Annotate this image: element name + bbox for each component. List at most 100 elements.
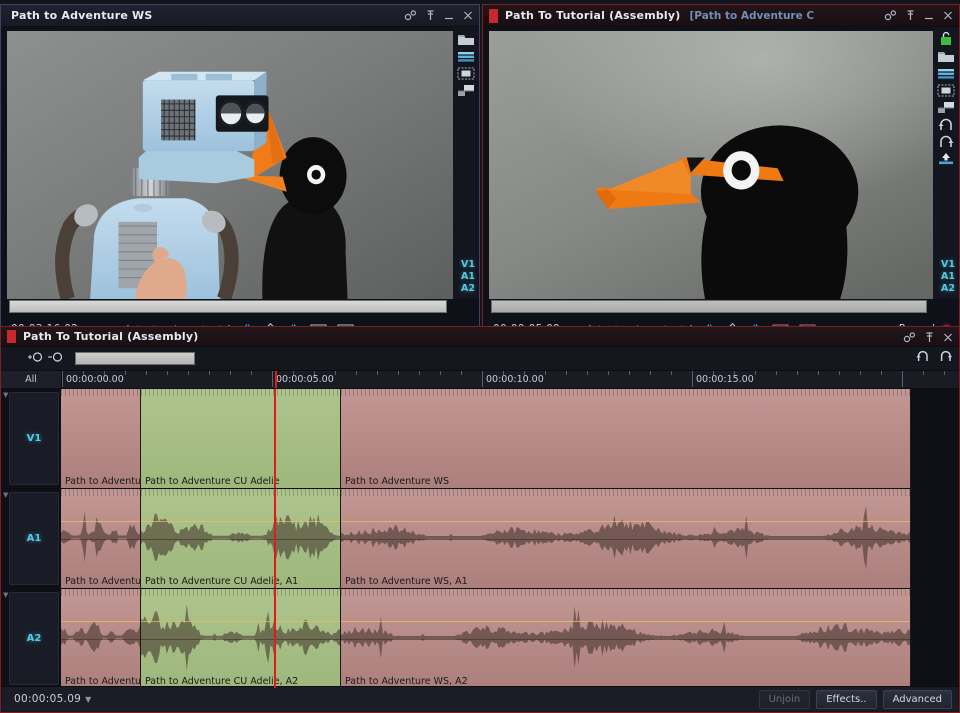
source-scrub-row <box>1 299 479 314</box>
audio-waveform <box>61 621 140 653</box>
timeline-track: ▼ A1 Path to AdventurePath to Adventure CU… <box>1 489 959 589</box>
track-label: V1 <box>26 433 42 444</box>
record-track-a1[interactable]: A1 <box>941 271 955 283</box>
zoom-out-icon[interactable] <box>47 351 64 366</box>
track-body-v1[interactable]: Path to Adventure Path to Adventure CU Ad… <box>61 389 959 488</box>
timeline-clip[interactable]: Path to Adventure <box>61 389 141 488</box>
timeline-clip[interactable]: Path to Adventure WS, A1 <box>341 489 911 588</box>
track-label: A2 <box>26 633 42 644</box>
layers-icon[interactable] <box>937 65 955 79</box>
timeline-timecode[interactable]: 00:00:05.09 <box>14 693 81 705</box>
sequence-flag-icon <box>489 8 498 23</box>
timeline-timecode-caret-icon[interactable]: ▼ <box>85 695 91 704</box>
source-video-stage[interactable] <box>7 31 453 299</box>
frame-icon[interactable] <box>937 82 955 97</box>
timeline-status-bar: 00:00:05.09 ▼ Unjoin Effects.. Advanced <box>2 686 958 711</box>
timeline-clip[interactable]: Path to Adventure CU Adelie <box>141 389 341 488</box>
waveform-zero-line <box>141 538 340 540</box>
source-track-a2[interactable]: A2 <box>461 283 475 295</box>
track-collapse-icon[interactable]: ▼ <box>3 391 8 399</box>
timeline-clip[interactable]: Path to Adventure WS, A2 <box>341 589 911 688</box>
source-track-v1[interactable]: V1 <box>461 259 475 271</box>
ruler-tick <box>839 371 840 375</box>
folder-icon[interactable] <box>457 31 475 45</box>
source-track-indicators: V1 A1 A2 <box>461 259 475 295</box>
lock-icon[interactable] <box>937 31 955 45</box>
ruler-tick <box>923 371 924 375</box>
track-head-a2[interactable]: ▼ A2 <box>1 589 61 688</box>
source-scrub-bar[interactable] <box>9 300 447 313</box>
track-head-box[interactable]: V1 <box>9 392 59 485</box>
minimize-icon[interactable] <box>924 10 934 21</box>
record-video-stage[interactable] <box>489 31 933 299</box>
minimize-icon[interactable] <box>444 10 454 21</box>
waveform-zero-line <box>341 638 910 640</box>
ruler-label: 00:00:00.00 <box>66 374 124 385</box>
record-track-v1[interactable]: V1 <box>941 259 955 271</box>
track-head-box[interactable]: A2 <box>9 592 59 685</box>
track-collapse-icon[interactable]: ▼ <box>3 491 8 499</box>
timeline-clip[interactable]: Path to Adventure CU Adelie, A2 <box>141 589 341 688</box>
zoom-in-icon[interactable] <box>27 351 44 366</box>
playhead[interactable] <box>274 589 276 688</box>
track-body-a2[interactable]: Path to AdventurePath to Adventure CU Ad… <box>61 589 959 688</box>
pin-icon[interactable] <box>426 10 435 21</box>
source-track-a1[interactable]: A1 <box>461 271 475 283</box>
clip-icon[interactable] <box>937 99 955 113</box>
track-head-v1[interactable]: ▼ V1 <box>1 389 61 488</box>
timeline-title: Path To Tutorial (Assembly) <box>23 330 199 343</box>
clip-icon[interactable] <box>457 82 475 96</box>
playhead[interactable] <box>275 371 277 388</box>
audio-waveform <box>341 605 910 669</box>
record-track-a2[interactable]: A2 <box>941 283 955 295</box>
pin-icon[interactable] <box>906 10 915 21</box>
settings-icon[interactable] <box>404 10 417 21</box>
timeline-clip[interactable]: Path to Adventure CU Adelie, A1 <box>141 489 341 588</box>
ruler-tick <box>461 371 462 375</box>
close-icon[interactable] <box>943 332 953 343</box>
playhead[interactable] <box>274 489 276 588</box>
close-icon[interactable] <box>943 10 953 21</box>
redo-icon[interactable] <box>938 350 954 362</box>
effects-button[interactable]: Effects.. <box>816 689 877 709</box>
pin-icon[interactable] <box>925 332 934 343</box>
clip-label: Path to Adventure CU Adelie <box>145 476 280 487</box>
waveform-level-line <box>341 620 910 622</box>
frame-icon[interactable] <box>457 65 475 80</box>
timeline-clip[interactable]: Path to Adventure <box>61 589 141 688</box>
playhead[interactable] <box>274 389 276 488</box>
source-viewer-titlebar: Path to Adventure WS <box>1 5 479 27</box>
layers-icon[interactable] <box>457 48 475 62</box>
undo-icon[interactable] <box>915 350 931 362</box>
track-head-box[interactable]: A1 <box>9 492 59 585</box>
timeline-clip[interactable]: Path to Adventure WS <box>341 389 911 488</box>
track-collapse-icon[interactable]: ▼ <box>3 591 8 599</box>
settings-icon[interactable] <box>884 10 897 21</box>
track-head-a1[interactable]: ▼ A1 <box>1 489 61 588</box>
advanced-button[interactable]: Advanced <box>882 689 952 709</box>
ruler-tick <box>608 371 609 375</box>
undo-icon[interactable] <box>937 116 955 130</box>
folder-icon[interactable] <box>937 48 955 62</box>
redo-icon[interactable] <box>937 133 955 147</box>
waveform-level-line <box>61 620 140 622</box>
record-scrub-bar[interactable] <box>491 300 927 313</box>
record-viewer-panel: Path To Tutorial (Assembly) [Path to Adv… <box>482 4 960 344</box>
settings-icon[interactable] <box>903 332 916 343</box>
audio-waveform <box>341 505 910 569</box>
timeline-ruler[interactable]: 00:00:00.00 00:00:05.00 00:00:10.00 00:00:1… <box>62 371 959 388</box>
export-icon[interactable] <box>937 150 955 165</box>
track-body-a1[interactable]: Path to AdventurePath to Adventure CU Ad… <box>61 489 959 588</box>
ruler-tick <box>209 371 210 375</box>
record-viewer-body: V1 A1 A2 <box>483 27 959 299</box>
all-tracks-button[interactable]: All <box>1 371 62 388</box>
ruler-tick <box>356 371 357 375</box>
close-icon[interactable] <box>463 10 473 21</box>
timeline-zoom-slider[interactable] <box>75 352 195 365</box>
record-scrub-row <box>483 299 959 314</box>
clip-label: Path to Adventure <box>65 476 141 487</box>
ruler-tick <box>650 371 651 375</box>
timeline-clip[interactable]: Path to Adventure <box>61 489 141 588</box>
timeline-track: ▼ V1 Path to Adventure Path to Adventure CU… <box>1 389 959 489</box>
ruler-tick <box>566 371 567 375</box>
